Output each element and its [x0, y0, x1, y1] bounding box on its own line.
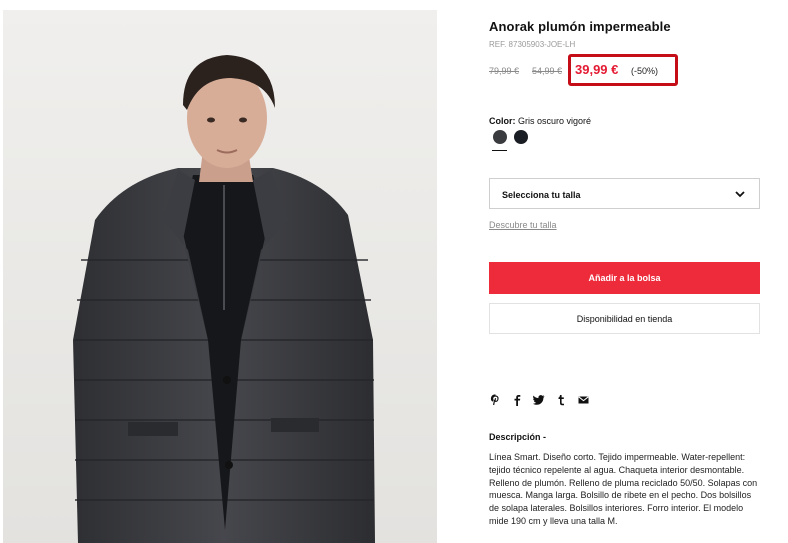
description-heading[interactable]: Descripción - [489, 432, 546, 442]
current-price: 39,99 € [575, 62, 619, 77]
original-price: 79,99 € [489, 66, 520, 76]
chevron-down-icon [735, 191, 745, 198]
color-label: Color: Gris oscuro vigoré [489, 116, 591, 126]
pinterest-icon[interactable] [488, 393, 502, 407]
add-to-bag-button[interactable]: Añadir a la bolsa [489, 262, 760, 294]
twitter-icon[interactable] [532, 393, 546, 407]
color-swatch-navy[interactable] [514, 130, 528, 144]
model-wearing-jacket-illustration [3, 10, 437, 543]
size-select[interactable]: Selecciona tu talla [489, 178, 760, 209]
product-image[interactable] [3, 10, 437, 543]
selected-swatch-indicator [492, 150, 507, 151]
description-text: Línea Smart. Diseño corto. Tejido imperm… [489, 452, 758, 526]
discount-badge: (-50%) [631, 66, 659, 76]
product-title: Anorak plumón impermeable [489, 19, 671, 34]
color-value: Gris oscuro vigoré [518, 116, 592, 126]
color-label-key: Color: [489, 116, 516, 126]
previous-price: 54,99 € [532, 66, 563, 76]
store-availability-button[interactable]: Disponibilidad en tienda [489, 303, 760, 334]
size-guide-link[interactable]: Descubre tu talla [489, 220, 557, 230]
product-reference: REF. 87305903-JOE-LH [489, 40, 576, 49]
email-icon[interactable] [576, 393, 590, 407]
color-swatch-grey[interactable] [493, 130, 507, 144]
size-select-label: Selecciona tu talla [502, 190, 581, 200]
facebook-icon[interactable] [510, 393, 524, 407]
tumblr-icon[interactable] [554, 393, 568, 407]
